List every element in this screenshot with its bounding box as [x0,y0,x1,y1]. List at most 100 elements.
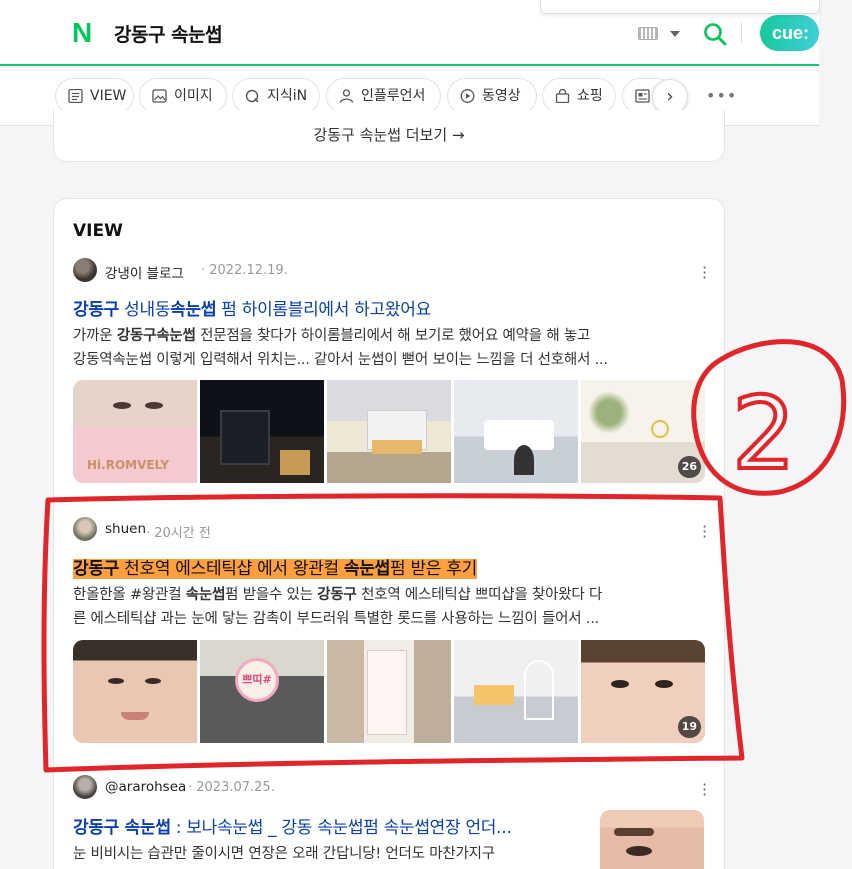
avatar[interactable] [73,258,97,282]
building-window [220,410,270,465]
search-query-text[interactable]: 강동구 속눈썹 [114,20,223,47]
post-thumbnail[interactable] [327,640,451,743]
tab-label: 지식iN [267,88,308,104]
title-keyword: 강동구 [73,300,120,320]
snippet-keyword: 속눈썹 [185,587,226,603]
post-author[interactable]: 강냉이 블로그 [105,262,184,282]
chevron-down-icon[interactable] [670,31,680,37]
thumb-caption: Hi.ROMVELY [87,458,170,472]
bag-icon [555,89,570,103]
person-icon [339,89,354,103]
tab-influencer[interactable]: 인플루언서 [326,78,441,114]
post-thumbnail[interactable]: 쁘띠# [200,640,324,743]
tab-kin[interactable]: 지식iN [232,78,320,114]
tab-images[interactable]: 이미지 [139,78,227,114]
tab-shopping[interactable]: 쇼핑 [542,78,616,114]
avatar[interactable] [73,517,97,541]
tab-video[interactable]: 동영상 [447,78,537,114]
eye-shape [108,678,124,684]
snippet-line: 강동역속눈썹 이렇게 입력해서 위치는... 같아서 눈썹이 뻗어 보이는 느낌… [73,352,608,368]
kebab-menu-icon[interactable]: · · · [702,777,707,803]
more-dots-icon[interactable]: ••• [706,86,737,105]
stool [514,445,534,475]
snippet-keyword: 강동구 [317,587,357,603]
image-icon [152,89,167,103]
post-image-strip[interactable]: 쁘띠# 19 [73,640,705,743]
post-thumbnail[interactable]: 26 [581,380,705,483]
eye-shape [655,680,673,688]
tab-label: 인플루언서 [361,88,426,104]
post-title-link[interactable]: 강동구 성내동속눈썹 펌 하이롬블리에서 하고왔어요 [73,295,431,320]
snippet-keyword: 강동구속눈썹 [116,328,196,344]
post-date: · 2022.12.19. [201,263,288,278]
play-icon [460,89,475,103]
kebab-menu-icon[interactable]: · · · [702,519,707,545]
post-title-link[interactable]: 강동구 천호역 에스테틱샵 에서 왕관컬 속눈썹펌 받은 후기 [73,554,477,579]
post-thumbnail[interactable] [454,380,578,483]
snippet-text: 한올한올 #왕관컬 [73,587,186,603]
keyboard-icon[interactable] [638,27,658,40]
post-thumbnail[interactable] [454,640,578,743]
q-icon [245,89,259,103]
kebab-menu-icon[interactable]: · · · [702,260,707,286]
post-snippet[interactable]: 가까운 강동구속눈썹 전문점을 찾다가 하이롬블리에서 해 보기로 했어요 예약… [73,324,713,372]
snippet-line: 한올한올 #왕관컬 속눈썹펌 받을수 있는 강동구 천호역 에스테틱샵 쁘띠샵을… [73,583,713,607]
post-thumbnail[interactable] [327,380,451,483]
title-keyword: 강동구 [73,559,120,579]
eye-shape [145,402,163,409]
title-keyword: 속눈썹 [170,300,217,320]
display-item [372,440,422,454]
tab-label: VIEW [90,88,127,104]
post-snippet[interactable]: 눈 비비시는 습관만 줄이시면 연장은 오래 간답니당! 언더도 마찬가지구 [73,842,593,866]
post-thumbnail[interactable] [600,810,704,869]
previous-section-card: 강동구 속눈썹 더보기 → [53,110,725,162]
post-snippet[interactable]: 한올한올 #왕관컬 속눈썹펌 받을수 있는 강동구 천호역 에스테틱샵 쁘띠샵을… [73,583,713,631]
tab-view[interactable]: VIEW [55,78,134,114]
image-count-badge: 19 [677,716,701,738]
eyebrow-shape [614,828,654,836]
tab-label: 이미지 [174,88,213,104]
post-author[interactable]: shuen [105,521,146,537]
chair [474,685,514,705]
snippet-text: 가까운 [73,328,117,344]
snippet-text: 천호역 에스테틱샵 쁘띠샵을 찾아왔다 다 [356,587,603,603]
post-image-strip[interactable]: Hi.ROMVELY 26 [73,380,705,483]
avatar[interactable] [73,775,97,799]
chevron-right-icon: › [666,86,674,107]
standing-banner [367,650,407,735]
smile [121,712,149,720]
eye-shape [626,846,652,856]
post-date: · 2023.07.25. [188,780,275,795]
post-author[interactable]: @ararohsea [105,779,186,795]
annotation-number: 2 [732,375,796,492]
title-keyword: 속눈썹 [343,559,391,579]
cue-button[interactable]: cue: [760,15,819,51]
image-count-badge: 26 [677,456,701,478]
header-divider [741,22,742,44]
post-thumbnail[interactable]: 19 [581,640,705,743]
snippet-line: 눈 비비시는 습관만 줄이시면 연장은 오래 간답니당! 언더도 마찬가지구 [73,846,495,862]
arch-mirror [524,660,554,720]
post-date: · 20시간 전 [146,526,211,541]
snippet-text: 펌 받을수 있는 [225,587,318,603]
post-thumbnail[interactable] [73,640,197,743]
document-icon [68,89,83,103]
title-keyword: 강동구 속눈썹 [73,818,171,838]
title-text: 성내동 [119,300,171,320]
dropdown-panel-edge [540,0,820,14]
post-thumbnail[interactable]: Hi.ROMVELY [73,380,197,483]
eye-shape [611,680,629,688]
post-title-link[interactable]: 강동구 속눈썹 : 보나속눈썹 _ 강동 속눈썹펌 속눈썹연장 언더... [73,813,512,838]
tab-label: 동영상 [482,88,521,104]
search-icon[interactable] [703,22,727,46]
more-results-link[interactable]: 강동구 속눈썹 더보기 → [54,124,724,145]
eye-shape [113,402,131,409]
snippet-line: 른 에스테틱샵 과는 눈에 닿는 감촉이 부드러워 특별한 롯드를 사용하는 느… [73,611,600,627]
section-title: VIEW [73,221,123,241]
naver-logo[interactable]: N [72,19,98,47]
snippet-line: 가까운 강동구속눈썹 전문점을 찾다가 하이롬블리에서 해 보기로 했어요 예약… [73,324,713,348]
post-thumbnail[interactable] [200,380,324,483]
tab-label: 쇼핑 [577,88,603,104]
title-text: : 보나속눈썹 _ 강동 속눈썹펌 속눈썹연장 언더... [170,818,512,838]
snippet-text: 전문점을 찾다가 하이롬블리에서 해 보기로 했어요 예약을 해 놓고 [195,328,591,344]
